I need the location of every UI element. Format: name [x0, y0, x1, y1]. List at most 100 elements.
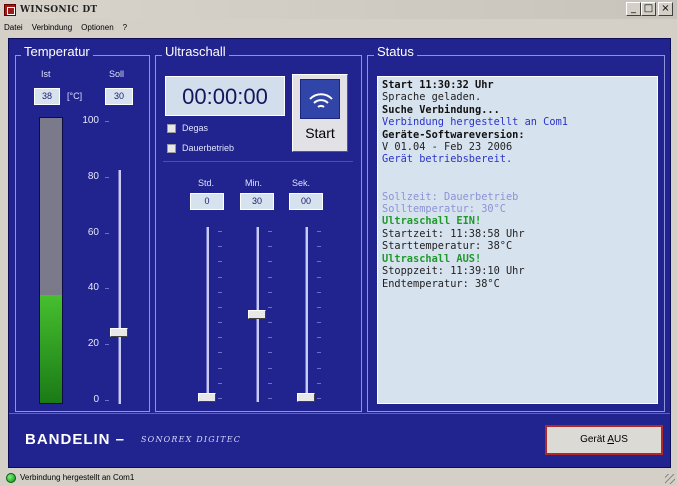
- status-log-line: Ultraschall AUS!: [382, 252, 482, 265]
- degas-option[interactable]: Degas: [167, 123, 208, 133]
- temp-scale-label: 20: [87, 338, 99, 350]
- temp-scale-tick: [105, 344, 109, 346]
- sek-slider-tick: [317, 367, 321, 369]
- dauerbetrieb-checkbox[interactable]: [167, 143, 176, 153]
- std-slider-tick: [218, 306, 222, 308]
- sek-slider-tick: [317, 398, 321, 399]
- temp-scale-label: 0: [93, 394, 99, 405]
- status-log-line: Start 11:30:32 Uhr: [382, 79, 494, 91]
- geraet-aus-mnemonic: A: [607, 434, 614, 445]
- std-slider-tick: [218, 352, 222, 354]
- std-slider-tick: [218, 261, 222, 263]
- status-log-line: Gerät betriebsbereit.: [382, 153, 513, 166]
- status-log-line: Solltemperatur: 30°C: [382, 203, 506, 216]
- status-log: Start 11:30:32 Uhr Sprache geladen. Suche …: [377, 76, 658, 404]
- geraet-aus-prefix: Gerät: [580, 434, 608, 445]
- soll-temp-slider-thumb[interactable]: [110, 327, 128, 337]
- menu-verbindung[interactable]: Verbindung: [32, 23, 72, 32]
- maximize-button[interactable]: □: [641, 2, 656, 16]
- min-slider-tick: [268, 261, 272, 263]
- min-slider-tick: [268, 246, 272, 248]
- temp-scale-tick: [105, 232, 109, 234]
- min-slider-thumb[interactable]: [248, 310, 266, 319]
- std-slider-tick: [218, 276, 222, 278]
- status-title: Status: [374, 44, 417, 59]
- temperatur-title: Temperatur: [21, 44, 93, 59]
- menu-datei[interactable]: Datei: [4, 23, 23, 32]
- resize-grip-icon[interactable]: [665, 474, 675, 484]
- degas-label: Degas: [182, 123, 209, 133]
- std-slider-tick: [218, 231, 222, 232]
- app-icon: [4, 3, 16, 16]
- std-slider-track[interactable]: [206, 227, 209, 402]
- status-log-line: Startzeit: 11:38:58 Uhr: [382, 227, 525, 240]
- soll-value-field[interactable]: 30: [105, 88, 133, 105]
- min-slider-tick: [268, 291, 272, 293]
- status-log-line: [382, 178, 653, 190]
- window-controls: _ □ ×: [626, 2, 673, 16]
- minimize-button[interactable]: _: [626, 2, 641, 16]
- std-slider-tick: [218, 382, 222, 384]
- min-slider-tick: [268, 367, 272, 369]
- degas-checkbox[interactable]: [167, 123, 176, 133]
- std-value-field[interactable]: 0: [190, 193, 224, 210]
- sek-slider-tick: [317, 306, 321, 308]
- status-log-line: Sollzeit: Dauerbetrieb: [382, 190, 519, 203]
- sek-slider-tick: [317, 231, 321, 232]
- min-value-field[interactable]: 30: [240, 193, 274, 210]
- start-button[interactable]: Start: [292, 74, 348, 152]
- std-slider-tick: [218, 322, 222, 324]
- min-slider-tick: [268, 337, 272, 339]
- min-slider-tick: [268, 352, 272, 354]
- status-log-line: Geräte-Softwareversion:: [382, 128, 525, 141]
- std-slider-tick: [218, 291, 222, 293]
- main-panel: Temperatur Ist Soll 38 [°C] 30 100 80 60 40…: [8, 38, 671, 468]
- sek-slider-tick: [317, 246, 321, 248]
- status-log-line: Ultraschall EIN!: [382, 215, 482, 228]
- temperature-bar: [39, 117, 63, 404]
- std-slider-thumb[interactable]: [198, 393, 216, 402]
- sek-slider-tick: [317, 352, 321, 354]
- menu-optionen[interactable]: Optionen: [81, 23, 113, 32]
- sek-slider-tick: [317, 337, 321, 339]
- temp-scale-tick: [105, 288, 109, 290]
- dauerbetrieb-option[interactable]: Dauerbetrieb: [167, 143, 234, 153]
- sek-slider-tick: [317, 276, 321, 278]
- soll-label: Soll: [109, 69, 125, 79]
- status-log-line: Stoppzeit: 11:39:10 Uhr: [382, 265, 525, 278]
- ist-value-field: 38: [34, 88, 60, 105]
- temp-scale-label: 40: [87, 282, 99, 294]
- status-log-line: Verbindung hergestellt an Com1: [382, 116, 568, 129]
- min-slider-tick: [268, 382, 272, 384]
- min-slider-tick: [268, 276, 272, 278]
- temp-scale-tick: [105, 400, 109, 401]
- geraet-aus-button[interactable]: Gerät AUS: [545, 425, 663, 455]
- menu-help[interactable]: ?: [123, 23, 127, 32]
- status-log-line: Suche Verbindung...: [382, 103, 500, 116]
- min-slider-tick: [268, 322, 272, 324]
- status-log-line: [382, 166, 653, 178]
- temp-scale-tick: [105, 176, 109, 178]
- min-slider-tick: [268, 231, 272, 232]
- status-log-line: Endtemperatur: 38°C: [382, 277, 500, 290]
- status-bar-text: Verbindung hergestellt an Com1: [20, 473, 135, 482]
- sek-label: Sek.: [292, 178, 311, 188]
- sek-slider-tick: [317, 261, 321, 263]
- dauerbetrieb-label: Dauerbetrieb: [182, 143, 235, 153]
- soll-temp-slider-track[interactable]: [118, 170, 121, 404]
- window-title: WINSONIC DT: [20, 4, 98, 15]
- sek-slider-thumb[interactable]: [297, 393, 315, 402]
- sek-slider-tick: [317, 322, 321, 324]
- min-slider-tick: [268, 398, 272, 399]
- temp-scale-tick: [105, 121, 109, 122]
- sek-value-field[interactable]: 00: [289, 193, 323, 210]
- close-button[interactable]: ×: [658, 2, 673, 16]
- timer-display: 00:00:00: [165, 76, 285, 116]
- temp-scale-label: 60: [87, 226, 99, 238]
- start-button-label: Start: [305, 125, 335, 141]
- menu-bar: Datei Verbindung Optionen ?: [0, 19, 677, 35]
- sek-slider-track[interactable]: [305, 227, 308, 402]
- status-bar: Verbindung hergestellt an Com1: [0, 469, 677, 486]
- temperature-bar-fill: [40, 294, 62, 403]
- min-label: Min.: [245, 178, 263, 188]
